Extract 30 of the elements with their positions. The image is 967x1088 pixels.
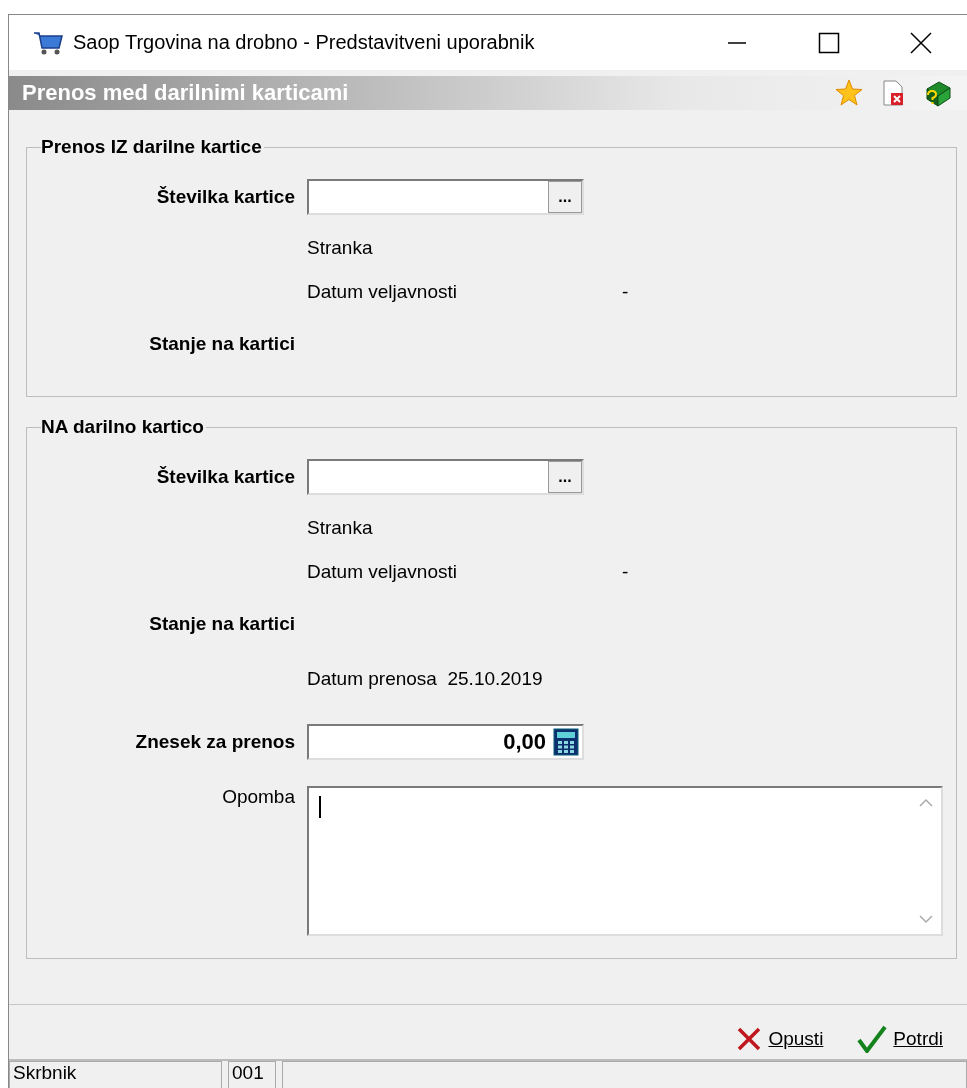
field-label: Znesek za prenos — [134, 731, 295, 753]
info-label: Datum prenosa — [307, 668, 437, 690]
field-label: Stanje na kartici — [148, 333, 295, 355]
checkmark-icon — [857, 1025, 888, 1053]
info-value: 25.10.2019 — [447, 668, 543, 690]
star-icon[interactable] — [835, 79, 863, 107]
amount-field[interactable]: 0,00 — [307, 724, 584, 760]
info-value: - — [622, 281, 629, 303]
info-value: - — [622, 561, 629, 583]
calculator-icon[interactable] — [551, 727, 581, 757]
cross-icon — [736, 1026, 763, 1052]
maximize-button[interactable] — [818, 31, 840, 54]
info-label: Stranka — [307, 517, 373, 538]
field-label: Opomba — [221, 786, 295, 808]
close-button[interactable] — [910, 31, 932, 54]
info-label: Stranka — [307, 237, 373, 258]
status-panel: 001 — [228, 1061, 276, 1088]
text-cursor — [319, 796, 321, 818]
info-label: Datum veljavnosti — [307, 561, 457, 582]
cart-icon — [33, 29, 63, 56]
field-label: Številka kartice — [155, 186, 295, 208]
confirm-button[interactable]: Potrdi — [857, 1019, 943, 1059]
form-header: Prenos med darilnimi karticami — [9, 76, 967, 110]
field-label: Stanje na kartici — [148, 613, 295, 635]
help-book-icon[interactable] — [923, 79, 951, 107]
window-title: Saop Trgovina na drobno - Predstavitveni uporabnik — [73, 31, 536, 54]
status-panel: Skrbnik — [9, 1061, 222, 1088]
cancel-button[interactable]: Opusti — [736, 1019, 824, 1059]
info-label: Datum veljavnosti — [307, 281, 457, 302]
field-label: Številka kartice — [155, 466, 295, 488]
